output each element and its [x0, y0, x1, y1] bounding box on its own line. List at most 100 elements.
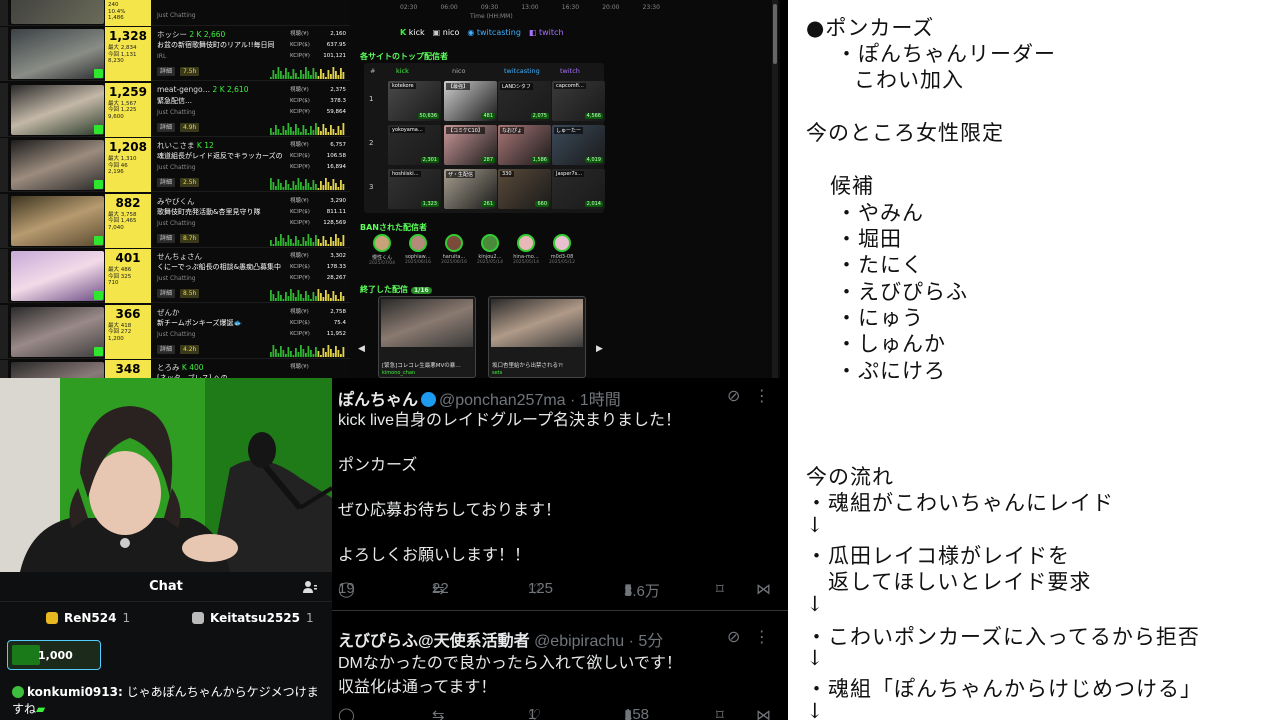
banned-streamer[interactable]: m0d3-08 2025/05/12 [544, 234, 580, 265]
share-icon[interactable]: ⋈ [756, 706, 771, 720]
detail-button[interactable]: 詳細 [157, 178, 176, 187]
stream-thumbnail[interactable] [11, 29, 104, 79]
legend-label: twitch [539, 28, 564, 37]
tweet-text-line [338, 523, 778, 546]
top-streamer-cell[interactable]: LANDシタフ 2,075 [498, 81, 551, 121]
notes-panel: ●ポンカーズ ・ぽんちゃんリーダー こわい加入 今のところ女性限定 候補 ・やみん ・堀田・… [788, 0, 1280, 720]
stream-thumbnail[interactable] [11, 0, 104, 24]
banned-streamer[interactable]: kinjou2… 2025/05/14 [472, 234, 508, 265]
tweet-header[interactable]: えびぴらふ@天使系活動者 @ebipirachu · 5分 [338, 627, 663, 651]
detail-button[interactable]: 詳細 [157, 344, 176, 354]
ranking-row[interactable]: 401 最大 486 今回 325 710 せんちょさん くにーでっぷ船長の相談… [0, 249, 350, 303]
ranking-row[interactable]: 366 最大 418 今回 272 1,200 ぜんか 新チームポンキーズ爆誕🐟… [0, 304, 350, 359]
scrollbar-thumb[interactable] [773, 4, 777, 64]
share-icon[interactable]: ⋈ [756, 580, 771, 598]
streamer-name-line[interactable]: れいこさま K 12 [157, 140, 214, 151]
duration-badge: 8.7h [180, 233, 200, 243]
streamer-name-line[interactable]: ホッシー 2 K 2,660 [157, 29, 225, 40]
top-streamer-cell[interactable]: capcomfi… 4,566 [552, 81, 605, 121]
top-streamer-cell[interactable]: 330 660 [498, 169, 551, 209]
carousel-next-icon[interactable]: ▶ [596, 344, 603, 354]
chat-username[interactable]: konkumi0913: [27, 685, 123, 699]
stream-thumbnail[interactable] [11, 306, 104, 357]
more-options-icon[interactable]: ⋮ [754, 629, 770, 646]
stat-line: 1,200 [108, 335, 124, 342]
ranking-row[interactable]: 1,259 最大 1,567 今回 1,225 9,600 meat-gengo… [0, 82, 350, 137]
legend-twitcasting[interactable]: ◉ twitcasting [467, 28, 521, 37]
kick-platform-icon [94, 180, 103, 189]
top-streamer-cell[interactable]: 【最強】 481 [444, 81, 497, 121]
kicks-gift-bar[interactable]: 1,000 [7, 640, 101, 670]
sparkline-bar [302, 348, 305, 357]
banned-streamer[interactable]: sophiaw… 2025/06/16 [400, 234, 436, 265]
avatar [409, 234, 427, 252]
ended-stream-card[interactable]: 坂口杏里給から出禁される?! sets [488, 296, 586, 378]
streamer-name: meat-gengo… [157, 84, 211, 94]
streamer-name-line[interactable]: みやびくん [157, 196, 195, 207]
legend-twitch[interactable]: ◧ twitch [529, 28, 564, 37]
ranking-row-partial[interactable]: 240 10.4% 1,486 Just Chatting [0, 0, 350, 26]
ranking-row[interactable]: 1,208 最大 1,310 今回 46 2,196 れいこさま K 12 魂道… [0, 138, 350, 192]
user-list-icon[interactable] [302, 579, 318, 595]
detail-button[interactable]: 詳細 [157, 122, 176, 132]
banned-streamer[interactable]: hina-mo… 2025/05/14 [508, 234, 544, 265]
grok-icon[interactable]: ⊘ [727, 629, 740, 646]
avatar [553, 234, 571, 252]
grid-header: twitch [560, 67, 580, 75]
detail-button[interactable]: 詳細 [157, 67, 176, 76]
ended-stream-card[interactable]: [緊急]コレコレ生最悪MVの暴… kimono_chan [378, 296, 476, 378]
top-streamer-cell[interactable]: yokoyama… 2,301 [388, 125, 441, 165]
top-streamer-cell[interactable]: Jasper7s… 2,014 [552, 169, 605, 209]
top-streamer-cell[interactable]: 【コミケC10】 287 [444, 125, 497, 165]
sparkline-bar [315, 296, 317, 301]
streamer-name-line[interactable]: ぜんか [157, 307, 180, 318]
top-gifter-1[interactable]: ReN524 1 [46, 611, 130, 625]
top-streamers-title: 各サイトのトップ配信者 [360, 52, 448, 61]
legend-label: kick [408, 28, 425, 37]
display-name[interactable]: ぽんちゃん [338, 392, 418, 409]
grok-icon[interactable]: ⊘ [727, 388, 740, 405]
bookmark-icon[interactable]: ⌑ [716, 580, 724, 598]
streamer-label: なおぴょ [500, 127, 525, 134]
ranking-row[interactable]: 1,328 最大 2,834 今回 1,131 8,230 ホッシー 2 K 2… [0, 27, 350, 81]
stream-thumbnail[interactable] [11, 140, 104, 190]
stat-value: 2,758 [330, 308, 346, 315]
scrollbar[interactable] [772, 0, 778, 378]
more-options-icon[interactable]: ⋮ [754, 388, 770, 405]
grid-row-number: 3 [369, 183, 374, 191]
sparkline-bar [282, 75, 285, 79]
verified-badge-icon [12, 686, 24, 698]
detail-button[interactable]: 詳細 [157, 233, 176, 243]
stream-thumbnail[interactable] [11, 84, 104, 135]
top-streamer-cell[interactable]: ザ・生配信 261 [444, 169, 497, 209]
streamer-name-line[interactable]: とろみ K 400 [157, 362, 204, 373]
ranking-row[interactable]: 882 最大 3,758 今回 1,465 7,040 みやびくん 歌舞伎町売発… [0, 193, 350, 248]
streamer-name-line[interactable]: meat-gengo… 2 K 2,610 [157, 85, 248, 94]
stream-thumbnail[interactable] [11, 362, 104, 378]
sparkline-bar [280, 295, 282, 301]
detail-button[interactable]: 詳細 [157, 289, 176, 298]
top-streamer-cell[interactable]: hoshiiski… 1,323 [388, 169, 441, 209]
video-thumbnail[interactable] [381, 299, 473, 347]
legend-kick[interactable]: K kick [400, 28, 425, 37]
stream-thumbnail[interactable] [11, 251, 104, 301]
streamer-name-line[interactable]: せんちょさん [157, 251, 202, 262]
top-streamer-cell[interactable]: kotekore 50,636 [388, 81, 441, 121]
top-gifter-2[interactable]: Keitatsu2525 1 [192, 611, 314, 625]
video-thumbnail[interactable] [491, 299, 583, 347]
tweet-header[interactable]: ぽんちゃん @ponchan257ma · 1時間 [338, 386, 621, 410]
ranking-row[interactable]: 348 とろみ K 400 [ネッタ…ブレス] への… 視聴(¥) [0, 360, 350, 378]
bookmark-icon[interactable]: ⌑ [716, 706, 724, 720]
banned-streamer[interactable]: 慢性くん 2025/07/04 [364, 234, 400, 266]
stream-thumbnail[interactable] [11, 195, 104, 246]
stat-label: 視聴(¥) [290, 142, 309, 148]
sparkline-bar [307, 183, 310, 190]
legend-nico[interactable]: ▣ nico [433, 28, 460, 37]
top-streamer-cell[interactable]: なおぴょ 1,586 [498, 125, 551, 165]
banned-streamer[interactable]: haruita… 2025/06/16 [436, 234, 472, 265]
top-streamer-cell[interactable]: しゅーたー 4,019 [552, 125, 605, 165]
streamer-label: kotekore [390, 83, 416, 89]
sparkline-bar [322, 73, 325, 79]
display-name[interactable]: えびぴらふ@天使系活動者 [338, 633, 530, 650]
sparkline-bar [285, 68, 287, 79]
